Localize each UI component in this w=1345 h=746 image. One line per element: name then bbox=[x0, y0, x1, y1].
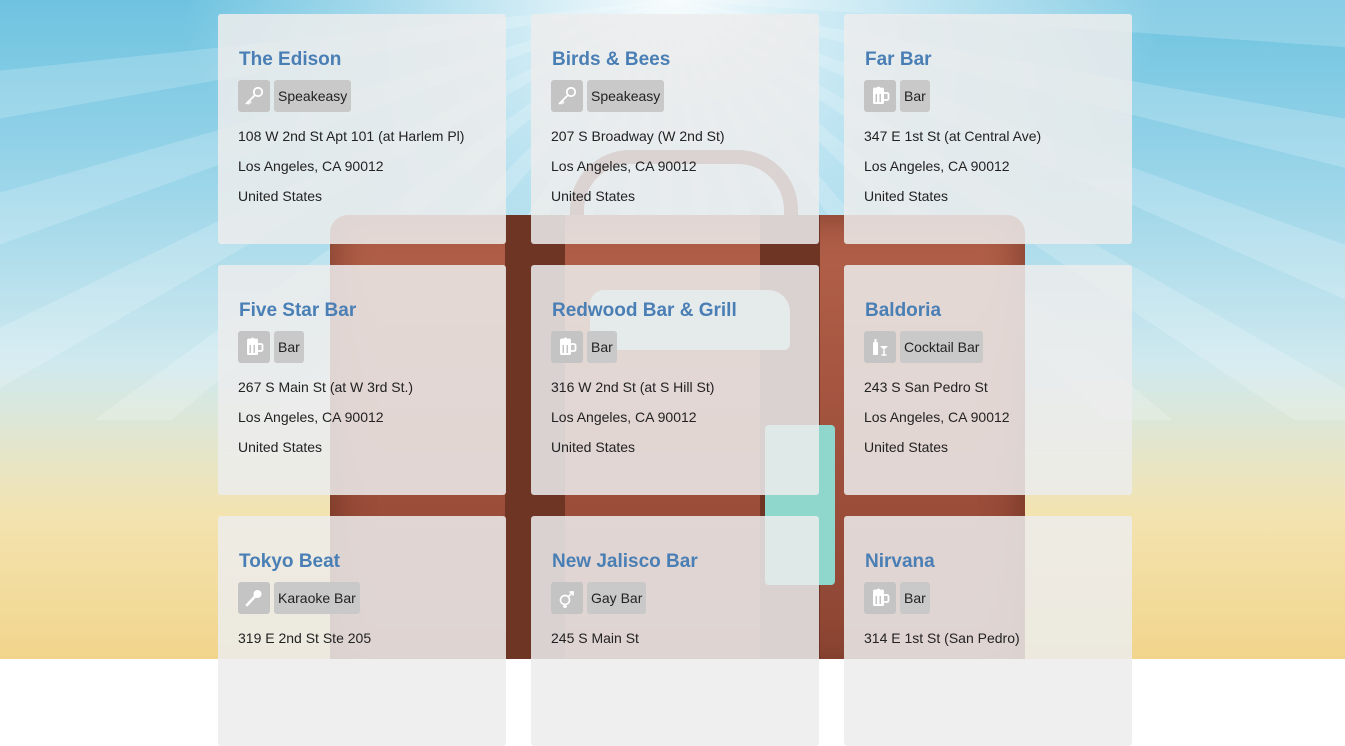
venue-name[interactable]: Nirvana bbox=[865, 550, 1112, 574]
venue-card[interactable]: The Edison Speakeasy 108 W 2nd St Apt 10… bbox=[218, 14, 506, 244]
venue-category: Speakeasy bbox=[238, 80, 486, 112]
address-city: Los Angeles, CA 90012 bbox=[551, 409, 697, 425]
address-street: 267 S Main St (at W 3rd St.) bbox=[238, 379, 414, 395]
address-country: United States bbox=[551, 188, 636, 204]
category-label[interactable]: Karaoke Bar bbox=[274, 582, 360, 614]
beer-mug-icon bbox=[864, 582, 896, 614]
address-country: United States bbox=[238, 439, 323, 455]
venue-category: Bar bbox=[864, 80, 1112, 112]
venue-category: Speakeasy bbox=[551, 80, 799, 112]
address-street: 316 W 2nd St (at S Hill St) bbox=[551, 379, 715, 395]
venue-grid: The Edison Speakeasy 108 W 2nd St Apt 10… bbox=[218, 14, 1132, 746]
venue-name[interactable]: The Edison bbox=[239, 48, 486, 72]
address-street: 108 W 2nd St Apt 101 (at Harlem Pl) bbox=[238, 128, 465, 144]
beer-mug-icon bbox=[238, 331, 270, 363]
venue-name[interactable]: Five Star Bar bbox=[239, 299, 486, 323]
venue-card[interactable]: Birds & Bees Speakeasy 207 S Broadway (W… bbox=[531, 14, 819, 244]
venue-card[interactable]: Far Bar Bar 347 E 1st St (at Central Ave… bbox=[844, 14, 1132, 244]
gender-symbol-icon bbox=[551, 582, 583, 614]
category-label[interactable]: Bar bbox=[900, 582, 930, 614]
key-icon bbox=[551, 80, 583, 112]
category-label[interactable]: Gay Bar bbox=[587, 582, 647, 614]
address-street: 314 E 1st St (San Pedro) bbox=[864, 630, 1020, 646]
microphone-icon bbox=[238, 582, 270, 614]
venue-card[interactable]: Five Star Bar Bar 267 S Main St (at W 3r… bbox=[218, 265, 506, 495]
category-label[interactable]: Speakeasy bbox=[587, 80, 665, 112]
category-label[interactable]: Cocktail Bar bbox=[900, 331, 984, 363]
address-country: United States bbox=[238, 188, 323, 204]
beer-mug-icon bbox=[864, 80, 896, 112]
venue-category: Bar bbox=[238, 331, 486, 363]
venue-card[interactable]: Baldoria Cocktail Bar 243 S San Pedro St… bbox=[844, 265, 1132, 495]
address-city: Los Angeles, CA 90012 bbox=[551, 158, 697, 174]
address-street: 347 E 1st St (at Central Ave) bbox=[864, 128, 1042, 144]
address-street: 207 S Broadway (W 2nd St) bbox=[551, 128, 725, 144]
venue-category: Bar bbox=[551, 331, 799, 363]
venue-name[interactable]: Birds & Bees bbox=[552, 48, 799, 72]
address-country: United States bbox=[864, 439, 949, 455]
key-icon bbox=[238, 80, 270, 112]
address-country: United States bbox=[551, 439, 636, 455]
address-city: Los Angeles, CA 90012 bbox=[238, 158, 384, 174]
venue-name[interactable]: Far Bar bbox=[865, 48, 1112, 72]
venue-category: Karaoke Bar bbox=[238, 582, 486, 614]
venue-category: Cocktail Bar bbox=[864, 331, 1112, 363]
venue-name[interactable]: Redwood Bar & Grill bbox=[552, 299, 799, 323]
cocktail-icon bbox=[864, 331, 896, 363]
address-street: 319 E 2nd St Ste 205 bbox=[238, 630, 372, 646]
venue-name[interactable]: New Jalisco Bar bbox=[552, 550, 799, 574]
venue-category: Gay Bar bbox=[551, 582, 799, 614]
address-street: 245 S Main St bbox=[551, 630, 639, 646]
address-city: Los Angeles, CA 90012 bbox=[238, 409, 384, 425]
venue-card[interactable]: Redwood Bar & Grill Bar 316 W 2nd St (at… bbox=[531, 265, 819, 495]
category-label[interactable]: Speakeasy bbox=[274, 80, 352, 112]
address-street: 243 S San Pedro St bbox=[864, 379, 988, 395]
category-label[interactable]: Bar bbox=[274, 331, 304, 363]
category-label[interactable]: Bar bbox=[587, 331, 617, 363]
category-label[interactable]: Bar bbox=[900, 80, 930, 112]
venue-card[interactable]: Tokyo Beat Karaoke Bar 319 E 2nd St Ste … bbox=[218, 516, 506, 746]
address-city: Los Angeles, CA 90012 bbox=[864, 409, 1010, 425]
venue-category: Bar bbox=[864, 582, 1112, 614]
venue-card[interactable]: Nirvana Bar 314 E 1st St (San Pedro) bbox=[844, 516, 1132, 746]
venue-card[interactable]: New Jalisco Bar Gay Bar 245 S Main St bbox=[531, 516, 819, 746]
beer-mug-icon bbox=[551, 331, 583, 363]
address-city: Los Angeles, CA 90012 bbox=[864, 158, 1010, 174]
address-country: United States bbox=[864, 188, 949, 204]
venue-name[interactable]: Tokyo Beat bbox=[239, 550, 486, 574]
venue-name[interactable]: Baldoria bbox=[865, 299, 1112, 323]
